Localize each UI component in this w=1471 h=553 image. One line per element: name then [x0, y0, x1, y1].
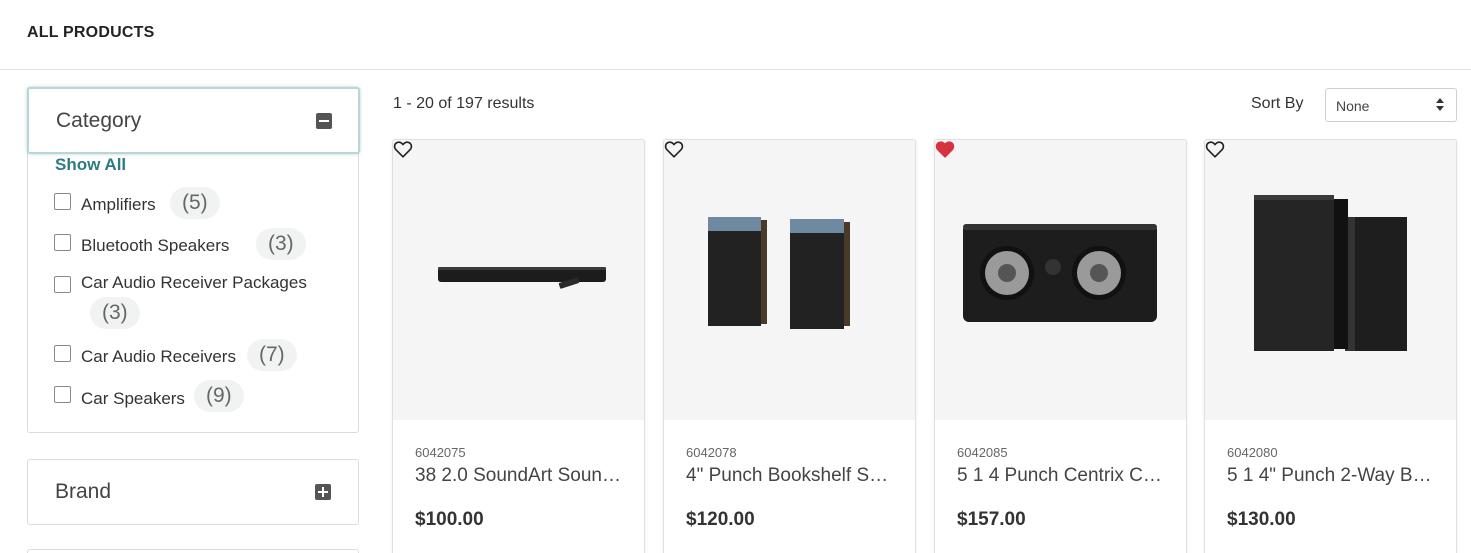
- checkbox[interactable]: [54, 276, 71, 293]
- product-sku: 6042085: [957, 445, 1008, 460]
- sort-label: Sort By: [1251, 95, 1304, 112]
- product-card[interactable]: 6042078 4" Punch Bookshelf Speakers $120…: [663, 139, 916, 553]
- favorite-heart-icon[interactable]: [393, 140, 413, 158]
- expand-plus-icon[interactable]: [315, 484, 331, 500]
- category-filter-panel: Category Show All Amplifiers (5) Bluetoo…: [27, 87, 360, 433]
- product-name[interactable]: 5 1 4" Punch 2-Way Bookshelf: [1227, 465, 1439, 487]
- product-sku: 6042080: [1227, 445, 1278, 460]
- sort-selected-value: None: [1336, 98, 1370, 114]
- product-image[interactable]: [935, 140, 1186, 420]
- page-title: ALL PRODUCTS: [27, 24, 155, 41]
- checkbox[interactable]: [54, 345, 71, 362]
- category-filter-header[interactable]: Category: [27, 87, 360, 154]
- product-sku: 6042075: [415, 445, 466, 460]
- product-card[interactable]: 6042085 5 1 4 Punch Centrix Center Speak…: [934, 139, 1187, 553]
- product-price: $120.00: [686, 509, 755, 530]
- filter-panel[interactable]: [27, 549, 359, 553]
- product-name[interactable]: 4" Punch Bookshelf Speakers: [686, 465, 898, 487]
- facet-label: Car Speakers: [81, 389, 185, 408]
- product-price: $100.00: [415, 509, 484, 530]
- product-image[interactable]: [664, 140, 915, 420]
- facet-label: Car Audio Receiver Packages: [81, 273, 307, 292]
- product-price: $157.00: [957, 509, 1026, 530]
- sort-select[interactable]: None: [1325, 88, 1457, 122]
- product-price: $130.00: [1227, 509, 1296, 530]
- select-arrows-icon: [1436, 98, 1444, 112]
- product-name[interactable]: 38 2.0 SoundArt Soundbar: [415, 465, 627, 487]
- facet-label: Car Audio Receivers: [81, 347, 236, 366]
- facet-count: (9): [194, 380, 244, 412]
- product-card[interactable]: 6042075 38 2.0 SoundArt Soundbar $100.00: [392, 139, 645, 553]
- category-filter-title: Category: [56, 109, 142, 132]
- brand-filter-panel[interactable]: Brand: [27, 459, 359, 525]
- center-speaker-icon: [963, 224, 1157, 322]
- checkbox[interactable]: [54, 193, 71, 210]
- checkbox[interactable]: [54, 386, 71, 403]
- facet-count: (7): [247, 339, 297, 371]
- soundbar-icon: [438, 267, 606, 289]
- facet-count: (3): [256, 228, 306, 260]
- facet-label: Amplifiers: [81, 195, 156, 214]
- brand-filter-title: Brand: [55, 480, 112, 503]
- product-image[interactable]: [1205, 140, 1456, 420]
- favorite-heart-icon[interactable]: [935, 140, 955, 158]
- product-sku: 6042078: [686, 445, 737, 460]
- bookshelf-speakers-icon: [708, 217, 850, 329]
- page-header: ALL PRODUCTS: [0, 0, 1471, 70]
- tower-speakers-icon: [1254, 195, 1407, 351]
- collapse-minus-icon[interactable]: [316, 113, 332, 129]
- product-name[interactable]: 5 1 4 Punch Centrix Center Speaker: [957, 465, 1169, 487]
- product-image[interactable]: [393, 140, 644, 420]
- show-all-link[interactable]: Show All: [55, 155, 126, 175]
- facet-label: Bluetooth Speakers: [81, 236, 230, 255]
- facet-count: (5): [170, 187, 220, 219]
- favorite-heart-icon[interactable]: [1205, 140, 1225, 158]
- favorite-heart-icon[interactable]: [664, 140, 684, 158]
- results-summary: 1 - 20 of 197 results: [393, 95, 535, 112]
- product-card[interactable]: 6042080 5 1 4" Punch 2-Way Bookshelf $13…: [1204, 139, 1457, 553]
- checkbox[interactable]: [54, 234, 71, 251]
- facet-count: (3): [90, 297, 140, 329]
